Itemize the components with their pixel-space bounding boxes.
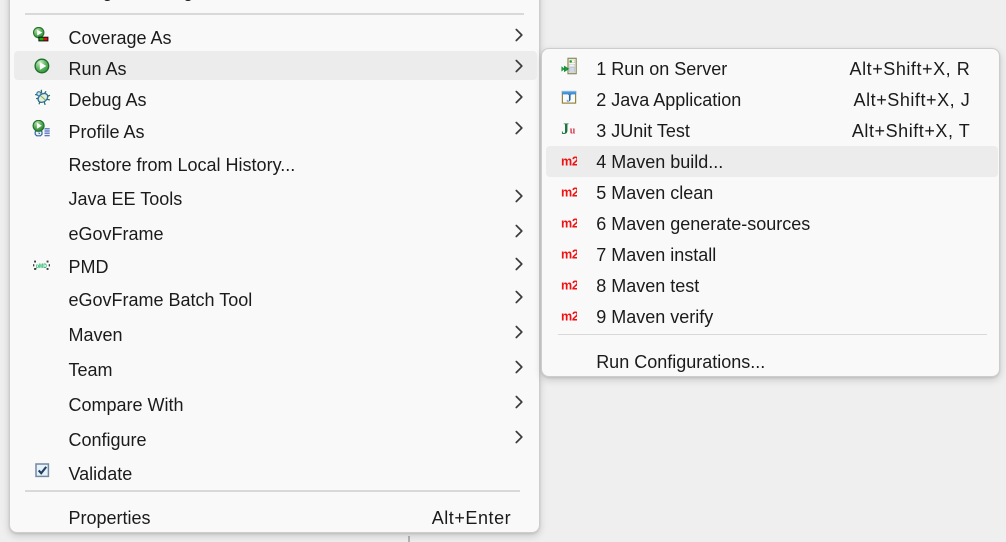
svg-text:J: J: [566, 94, 571, 105]
svg-text:m2: m2: [561, 218, 577, 229]
svg-text:m2: m2: [561, 187, 577, 198]
svg-text:m2: m2: [561, 156, 577, 167]
svg-text:u: u: [569, 125, 575, 135]
svg-text:pMD: pMD: [36, 263, 47, 270]
svg-text:m2: m2: [561, 249, 577, 260]
svg-text:m2: m2: [561, 280, 577, 291]
svg-text:J: J: [561, 121, 569, 136]
svg-text:m2: m2: [561, 311, 577, 322]
